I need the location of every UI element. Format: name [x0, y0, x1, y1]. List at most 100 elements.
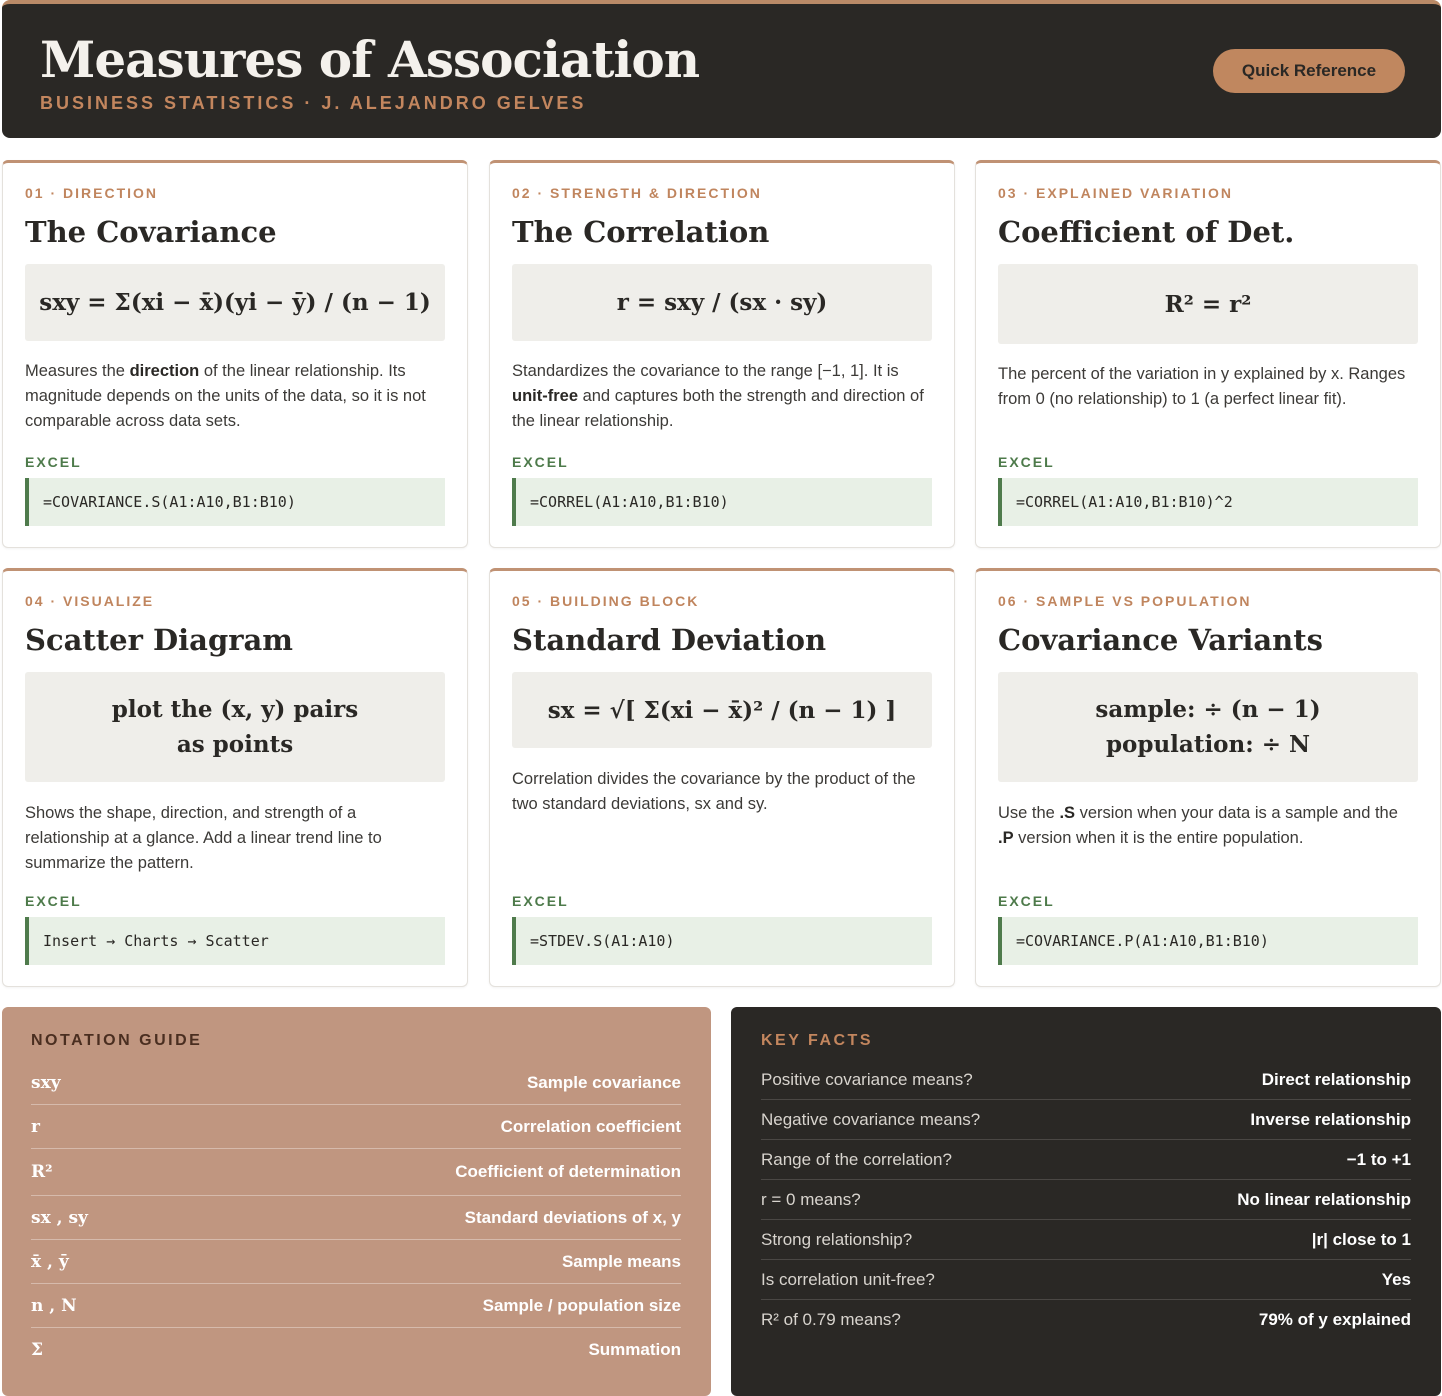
excel-formula[interactable]: =COVARIANCE.P(A1:A10,B1:B10) [998, 917, 1418, 965]
card-kicker: 05 · BUILDING BLOCK [512, 593, 700, 609]
notation-meaning: Sample covariance [526, 1072, 681, 1092]
notation-symbol: sxy [31, 1072, 61, 1093]
desc-text: version when your data is a sample and t… [1075, 804, 1398, 822]
desc-text: Measures the [25, 362, 130, 380]
notation-meaning: Sample means [561, 1251, 681, 1271]
notation-row: n , N Sample / population size [31, 1284, 681, 1328]
fact-answer: No linear relationship [1237, 1189, 1411, 1209]
notation-row: sx , sy Standard deviations of x, y [31, 1196, 681, 1240]
fact-question: Positive covariance means? [761, 1069, 973, 1089]
notation-meaning: Correlation coefficient [500, 1116, 681, 1136]
key-facts-title: KEY FACTS [761, 1032, 873, 1049]
formula-box: r = sxy / (sx · sy) [512, 264, 932, 341]
excel-formula[interactable]: =STDEV.S(A1:A10) [512, 917, 932, 965]
card-correlation: 02 · STRENGTH & DIRECTION The Correlatio… [489, 160, 955, 548]
fact-answer: −1 to +1 [1346, 1149, 1411, 1169]
notation-symbol: n , N [31, 1295, 77, 1316]
formula-line: R² = r² [1164, 290, 1252, 318]
notation-symbol: Σ [31, 1340, 44, 1360]
card-description: The percent of the variation in y explai… [998, 362, 1418, 412]
desc-text: Correlation divides the covariance by th… [512, 770, 916, 813]
card-title: Covariance Variants [998, 623, 1323, 657]
desc-text: version when it is the entire population… [1013, 829, 1304, 847]
fact-question: Range of the correlation? [761, 1149, 952, 1169]
notation-row: Σ Summation [31, 1328, 681, 1372]
fact-row: Negative covariance means? Inverse relat… [761, 1100, 1411, 1140]
card-covariance: 01 · DIRECTION The Covariance sxy = Σ(xi… [2, 160, 468, 548]
page-title: Measures of Association [40, 30, 700, 89]
card-title: The Covariance [25, 215, 277, 249]
formula-line: r = sxy / (sx · sy) [616, 289, 828, 316]
notation-row: R² Coefficient of determination [31, 1149, 681, 1196]
excel-formula[interactable]: =COVARIANCE.S(A1:A10,B1:B10) [25, 478, 445, 526]
fact-answer: |r| close to 1 [1311, 1229, 1411, 1249]
page-subtitle: BUSINESS STATISTICS · J. ALEJANDRO GELVE… [40, 93, 587, 113]
desc-emphasis: .S [1059, 804, 1076, 822]
card-description: Measures the direction of the linear rel… [25, 359, 445, 434]
notation-meaning: Sample / population size [482, 1295, 681, 1315]
notation-guide-title: NOTATION GUIDE [31, 1032, 203, 1049]
notation-guide-panel: NOTATION GUIDE sxy Sample covariance r C… [2, 1007, 711, 1396]
notation-symbol: sx , sy [31, 1207, 88, 1228]
card-scatter-diagram: 04 · VISUALIZE Scatter Diagram plot the … [2, 568, 468, 987]
excel-formula[interactable]: Insert → Charts → Scatter [25, 917, 445, 965]
fact-row: r = 0 means? No linear relationship [761, 1180, 1411, 1220]
notation-meaning: Standard deviations of x, y [464, 1207, 681, 1227]
fact-answer: Direct relationship [1261, 1069, 1411, 1089]
fact-question: R² of 0.79 means? [761, 1310, 901, 1329]
formula-box: sample: ÷ (n − 1) population: ÷ N [998, 672, 1418, 782]
formula-line: sxy = Σ(xi − x̄)(yi − ȳ) / (n − 1) [39, 289, 431, 316]
notation-row: sxy Sample covariance [31, 1061, 681, 1105]
notation-symbol: r [31, 1116, 40, 1137]
fact-row: Is correlation unit-free? Yes [761, 1260, 1411, 1300]
fact-row: Strong relationship? |r| close to 1 [761, 1220, 1411, 1260]
notation-meaning: Summation [588, 1340, 681, 1359]
card-standard-deviation: 05 · BUILDING BLOCK Standard Deviation s… [489, 568, 955, 987]
fact-answer: Inverse relationship [1250, 1109, 1411, 1129]
card-kicker: 02 · STRENGTH & DIRECTION [512, 185, 762, 201]
notation-symbol: R² [31, 1162, 53, 1182]
key-facts-panel: KEY FACTS Positive covariance means? Dir… [731, 1007, 1441, 1396]
desc-emphasis: .P [998, 829, 1014, 847]
page-header: Measures of Association BUSINESS STATIST… [2, 0, 1441, 138]
card-kicker: 06 · SAMPLE VS POPULATION [998, 593, 1252, 609]
fact-question: Negative covariance means? [761, 1109, 981, 1129]
card-title: Scatter Diagram [25, 623, 293, 657]
formula-box: sxy = Σ(xi − x̄)(yi − ȳ) / (n − 1) [25, 264, 445, 341]
formula-box: R² = r² [998, 264, 1418, 344]
formula-line: sx = √[ Σ(xi − x̄)² / (n − 1) ] [547, 696, 897, 724]
notation-row: r Correlation coefficient [31, 1105, 681, 1149]
fact-answer: Yes [1381, 1269, 1411, 1289]
notation-meaning: Coefficient of determination [455, 1162, 681, 1181]
excel-label: EXCEL [512, 893, 569, 909]
desc-text: The percent of the variation in y explai… [998, 365, 1406, 408]
fact-question: r = 0 means? [761, 1189, 861, 1209]
quick-reference-button[interactable]: Quick Reference [1213, 49, 1405, 93]
card-description: Correlation divides the covariance by th… [512, 767, 932, 817]
card-coefficient-of-determination: 03 · EXPLAINED VARIATION Coefficient of … [975, 160, 1441, 548]
card-title: Coefficient of Det. [998, 215, 1295, 249]
fact-question: Strong relationship? [761, 1229, 913, 1249]
card-kicker: 04 · VISUALIZE [25, 593, 155, 609]
desc-text: Use the [998, 804, 1060, 822]
excel-formula[interactable]: =CORREL(A1:A10,B1:B10) [512, 478, 932, 526]
notation-symbol: x̄ , ȳ [31, 1251, 69, 1272]
excel-label: EXCEL [25, 454, 82, 470]
desc-emphasis: direction [129, 362, 200, 380]
formula-line: population: ÷ N [1105, 731, 1311, 758]
formula-line: sample: ÷ (n − 1) [1095, 696, 1321, 723]
card-description: Shows the shape, direction, and strength… [25, 801, 445, 876]
desc-text: Standardizes the covariance to the range… [512, 362, 899, 380]
excel-label: EXCEL [25, 893, 82, 909]
card-kicker: 03 · EXPLAINED VARIATION [998, 185, 1233, 201]
excel-label: EXCEL [998, 893, 1055, 909]
fact-row: R² of 0.79 means? 79% of y explained [761, 1300, 1411, 1340]
card-description: Use the .S version when your data is a s… [998, 801, 1418, 851]
desc-text: Shows the shape, direction, and strength… [25, 804, 382, 872]
card-kicker: 01 · DIRECTION [25, 185, 159, 201]
formula-line: plot the (x, y) pairs [111, 696, 359, 723]
card-title: The Correlation [512, 215, 770, 249]
notation-row: x̄ , ȳ Sample means [31, 1240, 681, 1284]
fact-row: Positive covariance means? Direct relati… [761, 1060, 1411, 1100]
excel-formula[interactable]: =CORREL(A1:A10,B1:B10)^2 [998, 478, 1418, 526]
